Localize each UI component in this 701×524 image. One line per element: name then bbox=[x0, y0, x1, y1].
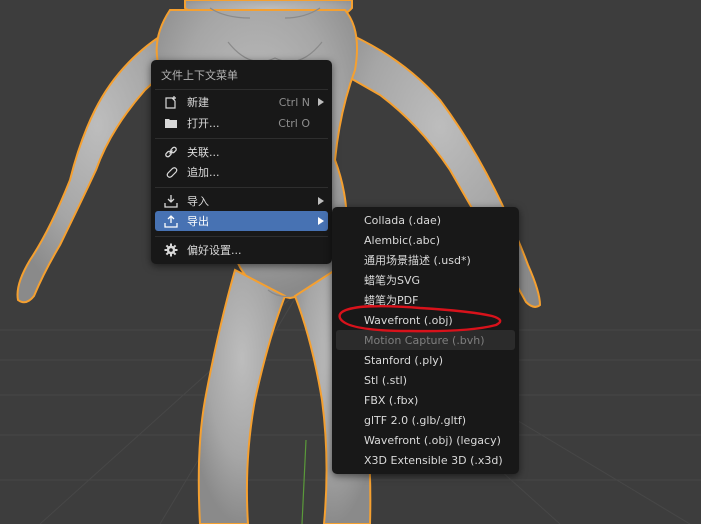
menu-item-label: FBX (.fbx) bbox=[364, 393, 419, 407]
menu-item-label: 导入 bbox=[187, 195, 209, 208]
paperclip-icon bbox=[163, 164, 179, 180]
new-file-icon bbox=[163, 94, 179, 110]
shortcut-label: Ctrl N bbox=[278, 95, 310, 109]
menu-item-label: Wavefront (.obj) bbox=[364, 313, 453, 327]
menu-item-import[interactable]: 导入 bbox=[155, 191, 328, 211]
export-usd[interactable]: 通用场景描述 (.usd*) bbox=[336, 250, 515, 270]
submenu-arrow-icon bbox=[314, 196, 324, 206]
export-gltf[interactable]: glTF 2.0 (.glb/.gltf) bbox=[336, 410, 515, 430]
shortcut-label: Ctrl O bbox=[278, 116, 310, 130]
export-wavefront-obj-legacy[interactable]: Wavefront (.obj) (legacy) bbox=[336, 430, 515, 450]
export-collada[interactable]: Collada (.dae) bbox=[336, 210, 515, 230]
menu-title: 文件上下文菜单 bbox=[161, 69, 238, 82]
menu-item-label: Alembic(.abc) bbox=[364, 233, 441, 247]
export-stanford-ply[interactable]: Stanford (.ply) bbox=[336, 350, 515, 370]
file-context-menu: 文件上下文菜单 新建 Ctrl N 打开... Ctrl O 关联... 追加.… bbox=[151, 60, 332, 264]
menu-item-label: 关联... bbox=[187, 146, 220, 159]
export-icon bbox=[163, 213, 179, 229]
export-alembic[interactable]: Alembic(.abc) bbox=[336, 230, 515, 250]
menu-item-label: 新建 bbox=[187, 96, 209, 109]
menu-item-label: 打开... bbox=[187, 117, 220, 130]
import-icon bbox=[163, 193, 179, 209]
menu-item-new[interactable]: 新建 Ctrl N bbox=[155, 92, 328, 112]
export-stl[interactable]: Stl (.stl) bbox=[336, 370, 515, 390]
menu-item-label: 偏好设置... bbox=[187, 244, 242, 257]
folder-icon bbox=[163, 115, 179, 131]
menu-item-label: Motion Capture (.bvh) bbox=[364, 333, 485, 347]
export-grease-pencil-pdf[interactable]: 蜡笔为PDF bbox=[336, 290, 515, 310]
menu-item-label: Stl (.stl) bbox=[364, 373, 408, 387]
menu-item-label: glTF 2.0 (.glb/.gltf) bbox=[364, 413, 467, 427]
menu-item-label: 蜡笔为SVG bbox=[364, 274, 421, 287]
menu-item-export[interactable]: 导出 bbox=[155, 211, 328, 231]
menu-separator bbox=[155, 89, 328, 90]
menu-item-label: 导出 bbox=[187, 215, 209, 228]
menu-item-label: 追加... bbox=[187, 166, 220, 179]
export-grease-pencil-svg[interactable]: 蜡笔为SVG bbox=[336, 270, 515, 290]
export-submenu: Collada (.dae) Alembic(.abc) 通用场景描述 (.us… bbox=[332, 207, 519, 474]
menu-separator bbox=[155, 138, 328, 139]
menu-separator bbox=[155, 236, 328, 237]
export-wavefront-obj[interactable]: Wavefront (.obj) bbox=[336, 310, 515, 330]
gear-icon bbox=[163, 242, 179, 258]
submenu-arrow-icon bbox=[314, 216, 324, 226]
menu-item-link[interactable]: 关联... bbox=[155, 142, 328, 162]
export-motion-capture-bvh: Motion Capture (.bvh) bbox=[336, 330, 515, 350]
menu-item-preferences[interactable]: 偏好设置... bbox=[155, 240, 328, 260]
menu-item-label: 蜡笔为PDF bbox=[364, 294, 419, 307]
menu-item-append[interactable]: 追加... bbox=[155, 162, 328, 182]
menu-item-label: 通用场景描述 (.usd*) bbox=[364, 254, 471, 267]
menu-item-label: Wavefront (.obj) (legacy) bbox=[364, 433, 501, 447]
submenu-arrow-icon bbox=[314, 97, 324, 107]
menu-item-open[interactable]: 打开... Ctrl O bbox=[155, 113, 328, 133]
export-x3d[interactable]: X3D Extensible 3D (.x3d) bbox=[336, 450, 515, 470]
menu-item-label: Collada (.dae) bbox=[364, 213, 442, 227]
export-fbx[interactable]: FBX (.fbx) bbox=[336, 390, 515, 410]
menu-item-label: Stanford (.ply) bbox=[364, 353, 444, 367]
menu-item-label: X3D Extensible 3D (.x3d) bbox=[364, 453, 503, 467]
menu-separator bbox=[155, 187, 328, 188]
link-icon bbox=[163, 144, 179, 160]
